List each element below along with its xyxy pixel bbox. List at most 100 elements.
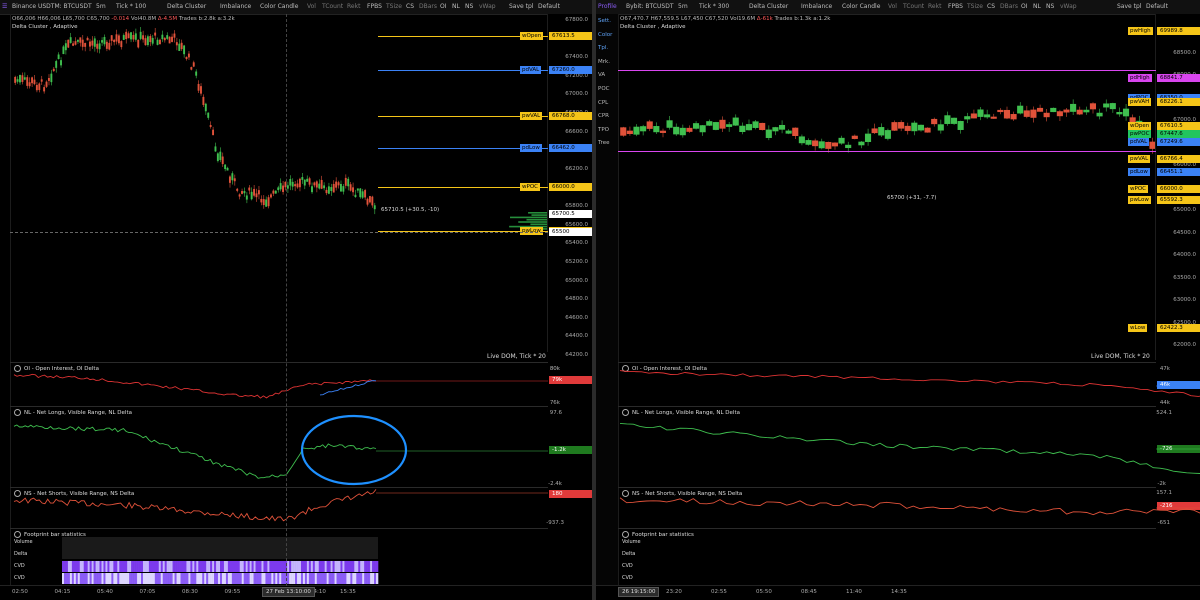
level-tag: pwLow	[1128, 196, 1151, 204]
fp-row-delta: Delta	[622, 551, 636, 557]
candle-body	[279, 183, 282, 190]
ns-bottom: -937.3	[546, 520, 564, 526]
candle-body	[185, 56, 188, 60]
candle-body	[884, 130, 891, 139]
price-tick-label: 67000.0	[565, 91, 588, 98]
price-tick-label: 66200.0	[565, 165, 588, 172]
candle-body	[778, 124, 786, 130]
candle-body	[1122, 108, 1130, 117]
candle-body	[659, 130, 667, 133]
candle-body	[924, 127, 931, 133]
oi-panel-title: OI - Open Interest, OI Delta	[622, 365, 707, 372]
candle-body	[192, 62, 195, 67]
candle-body	[178, 43, 181, 51]
settings-icon[interactable]	[622, 365, 629, 372]
price-tick-label: 67400.0	[565, 54, 588, 61]
candle-body	[108, 42, 111, 50]
dom-volume-bar	[530, 223, 548, 226]
candle-body	[308, 178, 311, 185]
settings-icon[interactable]	[14, 490, 21, 497]
left-candlestick-chart[interactable]	[0, 0, 592, 360]
crosshair-price: 65500	[549, 228, 592, 236]
ns-bottom: -651	[1157, 520, 1170, 526]
dom-volume-bar	[526, 218, 548, 221]
right-candlestick-chart[interactable]	[596, 0, 1200, 360]
candle-body	[366, 198, 369, 205]
level-price: 67260.0	[549, 66, 592, 74]
oi-panel[interactable]: OI - Open Interest, OI Delta	[10, 362, 548, 407]
candle-body	[311, 186, 313, 193]
candle-body	[113, 39, 116, 43]
level-tag: pwVAL	[520, 112, 543, 120]
nl-panel[interactable]: NL - Net Longs, Visible Range, NL Delta	[618, 406, 1156, 487]
footprint-stats-panel[interactable]: Footprint bar statistics Volume Delta CV…	[618, 528, 1156, 587]
settings-icon[interactable]	[622, 409, 629, 416]
candle-body	[792, 127, 799, 137]
level-tag: pwVAL	[1128, 155, 1151, 163]
candle-body	[327, 186, 330, 194]
candle-body	[98, 43, 101, 50]
level-tag: wLow	[1128, 324, 1148, 332]
candle-body	[76, 39, 79, 42]
level-price: 67447.6	[1157, 130, 1200, 138]
oi-top: 80k	[549, 366, 560, 372]
settings-icon[interactable]	[14, 365, 21, 372]
candle-body	[81, 39, 84, 47]
settings-icon[interactable]	[622, 490, 629, 497]
candle-body	[1083, 109, 1090, 113]
candle-body	[323, 185, 326, 189]
candle-body	[349, 184, 352, 191]
candle-body	[977, 109, 984, 117]
fp-row-cvd-2: CVD	[14, 575, 25, 581]
right-time-axis[interactable]: 23:20 02:55 05:50 08:45 11:40 14:35	[596, 585, 1200, 600]
candle-body	[14, 76, 17, 83]
candle-body	[944, 115, 951, 124]
candle-body	[60, 60, 62, 66]
live-dom-label: Live DOM, Tick * 20	[1088, 352, 1153, 361]
candle-body	[245, 195, 248, 200]
candle-body	[286, 185, 289, 189]
candle-body	[1043, 112, 1050, 118]
candle-body	[224, 164, 227, 170]
price-tick-label: 64000.0	[1173, 252, 1196, 258]
candle-body	[171, 36, 173, 42]
candle-body	[699, 125, 706, 133]
candle-body	[91, 40, 94, 46]
nl-panel[interactable]: NL - Net Longs, Visible Range, NL Delta	[10, 406, 548, 487]
settings-icon[interactable]	[14, 409, 21, 416]
candle-body	[262, 199, 265, 206]
settings-icon[interactable]	[622, 531, 629, 538]
candle-body	[144, 38, 147, 46]
candle-body	[16, 79, 19, 82]
candle-body	[156, 39, 159, 45]
candle-body	[679, 127, 686, 136]
candle-body	[96, 43, 99, 49]
candle-body	[163, 37, 166, 41]
nl-panel-title: NL - Net Longs, Visible Range, NL Delta	[622, 409, 740, 416]
candle-body	[195, 71, 198, 76]
nl-bottom: -2.4k	[548, 481, 562, 487]
candle-body	[175, 42, 178, 46]
settings-icon[interactable]	[14, 531, 21, 538]
candle-body	[1076, 109, 1083, 115]
candle-body	[173, 33, 176, 38]
candle-body	[633, 126, 640, 135]
ns-value: 180	[549, 490, 592, 498]
oi-panel[interactable]: OI - Open Interest, OI Delta	[618, 362, 1156, 407]
fp-row-cvd: CVD	[622, 563, 633, 569]
ns-panel[interactable]: NS - Net Shorts, Visible Range, NS Delta	[618, 487, 1156, 528]
ns-panel[interactable]: NS - Net Shorts, Visible Range, NS Delta	[10, 487, 548, 528]
price-tick-label: 65000.0	[1173, 207, 1196, 213]
candle-body	[320, 179, 323, 189]
candle-body	[368, 196, 371, 203]
candle-body	[38, 83, 41, 91]
candle-body	[219, 151, 222, 161]
level-price: 67613.5	[549, 32, 592, 40]
candle-body	[187, 53, 190, 58]
level-tag: pdVAL	[520, 66, 542, 74]
candle-body	[798, 136, 805, 144]
candle-body	[1103, 103, 1110, 108]
candle-body	[166, 35, 169, 39]
footprint-stats-panel[interactable]: Footprint bar statistics Volume Delta CV…	[10, 528, 548, 587]
candle-body	[250, 191, 253, 200]
